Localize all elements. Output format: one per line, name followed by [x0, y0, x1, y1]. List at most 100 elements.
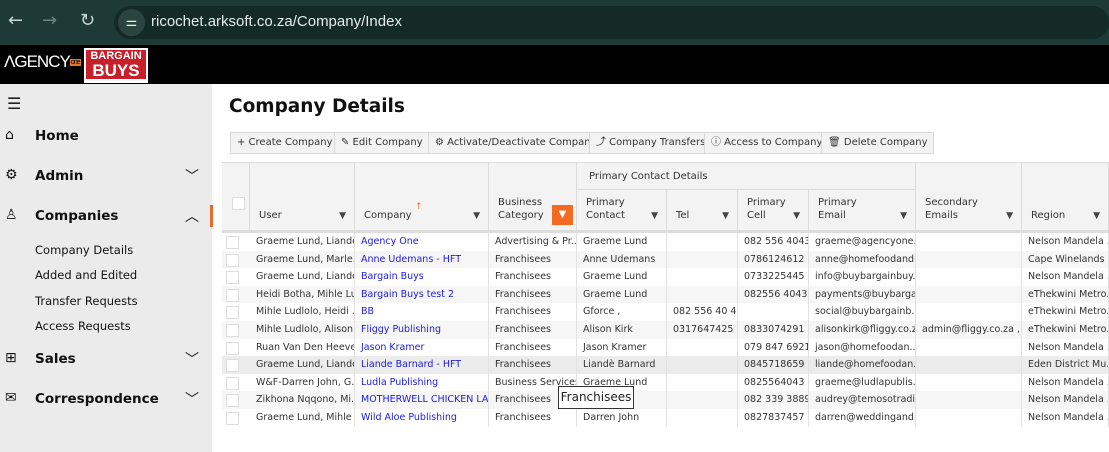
table-cell: 082 339 3889	[738, 391, 809, 409]
table-row[interactable]: Graeme Lund, Liande...Bargain BuysFranch…	[222, 268, 1109, 286]
table-cell: 0786124612	[738, 250, 809, 269]
table-row[interactable]: Graeme Lund, Marle... Anne Udemans - HFT F…	[222, 250, 1109, 269]
row-checkbox[interactable]	[226, 271, 239, 285]
row-checkbox[interactable]	[226, 376, 239, 390]
filter-icon[interactable]: ▼	[339, 211, 346, 221]
sidebar-subitem[interactable]: Transfer Requests	[35, 294, 138, 308]
reload-icon[interactable]: ↻	[80, 10, 95, 31]
company-link[interactable]: MOTHERWELL CHICKEN LA...	[355, 391, 489, 409]
table-cell: Nelson Mandela ...	[1022, 233, 1109, 251]
sidebar-item-sales[interactable]: ⊞ Sales ﹀	[0, 349, 212, 371]
company-link[interactable]: Liande Barnard - HFT	[355, 356, 489, 374]
toolbar-button-1[interactable]: ✎ Edit Company	[334, 132, 430, 154]
row-checkbox[interactable]	[226, 288, 239, 302]
table-cell: W&F-Darren John, G...	[250, 373, 355, 392]
table-row[interactable]: Graeme Lund, Mihle ... Wild Aloe Publishi…	[222, 409, 1109, 427]
row-checkbox[interactable]	[226, 412, 239, 425]
table-cell: info@buybargainbuy...	[809, 268, 916, 286]
forward-icon[interactable]: →	[42, 10, 57, 31]
chevron-up-icon[interactable]: ︿	[185, 206, 199, 226]
sort-ascending-icon[interactable]: ↑	[415, 202, 423, 212]
column-header-business-category[interactable]: Business Category ▼	[489, 163, 577, 231]
table-row[interactable]: Zikhona Nqqono, Mi... MOTHERWELL CHICKEN …	[222, 391, 1109, 409]
company-link[interactable]: BB	[355, 303, 489, 321]
table-cell: payments@buybarga...	[809, 285, 916, 304]
toolbar-button-3[interactable]: ⤴ Company Transfers	[589, 132, 713, 154]
row-checkbox[interactable]	[226, 236, 239, 249]
table-row[interactable]: Graeme Lund, Liande...Liande Barnard - H…	[222, 356, 1109, 374]
column-header-user[interactable]: User ▼	[250, 163, 355, 231]
company-link[interactable]: Jason Kramer	[355, 338, 489, 357]
column-header-company[interactable]: Company ↑ ▼	[355, 163, 489, 231]
table-cell: Eden District Mu...	[1022, 356, 1109, 374]
filter-active-icon[interactable]: ▼	[552, 205, 573, 225]
sidebar-item-correspondence[interactable]: ✉ Correspondence ﹀	[0, 389, 212, 411]
menu-icon[interactable]: ☰	[7, 94, 21, 113]
table-cell	[667, 250, 738, 269]
table-row[interactable]: Graeme Lund, Liande...Agency OneAdvertis…	[222, 233, 1109, 251]
table-cell: Graeme Lund, Liande...	[250, 356, 355, 374]
filter-icon[interactable]: ▼	[1006, 211, 1013, 221]
column-header-primary-email[interactable]: Primary Email ▼	[809, 190, 916, 231]
company-link[interactable]: Bargain Buys test 2	[355, 285, 489, 304]
sidebar-item-companies[interactable]: ♙ Companies ︿	[0, 206, 212, 228]
company-link[interactable]: Bargain Buys	[355, 268, 489, 286]
table-cell	[916, 338, 1022, 357]
company-link[interactable]: Agency One	[355, 233, 489, 251]
column-header-label: Primary Email	[818, 197, 857, 221]
chevron-down-icon[interactable]: ﹀	[185, 349, 199, 369]
sidebar-item-home[interactable]: ⌂ Home	[0, 126, 212, 148]
column-header-tel[interactable]: Tel ▼	[667, 190, 738, 231]
company-link[interactable]: Ludla Publishing	[355, 373, 489, 392]
sidebar-subitem[interactable]: Access Requests	[35, 319, 131, 333]
toolbar-button-0[interactable]: + Create Company	[230, 132, 340, 154]
column-header-primary-cell[interactable]: Primary Cell ▼	[738, 190, 809, 231]
row-checkbox[interactable]	[226, 359, 239, 373]
back-icon[interactable]: ←	[8, 10, 23, 31]
site-settings-icon[interactable]: ⚌	[118, 9, 145, 36]
row-checkbox[interactable]	[226, 253, 239, 267]
column-header-label: User	[259, 210, 282, 221]
row-checkbox[interactable]	[226, 324, 239, 337]
row-checkbox[interactable]	[226, 341, 239, 355]
filter-icon[interactable]: ▼	[900, 211, 907, 221]
table-row[interactable]: Mihle Ludlolo, Heidi ... BB Franchisees Gfo…	[222, 303, 1109, 321]
filter-icon[interactable]: ▼	[651, 211, 658, 221]
table-cell	[738, 303, 809, 321]
column-header-region[interactable]: Region ▼	[1022, 163, 1109, 231]
column-header-secondary-emails[interactable]: Secondary Emails ▼	[916, 163, 1022, 231]
filter-icon[interactable]: ▼	[793, 211, 800, 221]
company-link[interactable]: Wild Aloe Publishing	[355, 409, 489, 427]
table-cell: 0733225445	[738, 268, 809, 286]
filter-icon[interactable]: ▼	[1093, 211, 1100, 221]
toolbar-button-4[interactable]: ⓘ Access to Company	[704, 132, 830, 154]
table-row[interactable]: W&F-Darren John, G... Ludla Publishing Bus…	[222, 373, 1109, 392]
table-cell: Graeme Lund	[577, 233, 667, 251]
agency-one-logo[interactable]: ΛGENCYone	[4, 52, 81, 72]
bargain-buys-logo[interactable]: BARGAIN BUYS	[84, 48, 148, 83]
select-all-checkbox[interactable]	[232, 197, 245, 210]
table-row[interactable]: Ruan Van Den Heeve... Jason Kramer Franchi…	[222, 338, 1109, 357]
table-cell	[667, 233, 738, 251]
company-link[interactable]: Anne Udemans - HFT	[355, 250, 489, 269]
table-cell: Jason Kramer	[577, 338, 667, 357]
sidebar-subitem[interactable]: Company Details	[35, 243, 133, 257]
chevron-down-icon[interactable]: ﹀	[185, 166, 199, 186]
table-cell: Mihle Ludlolo, Heidi ...	[250, 303, 355, 321]
row-checkbox[interactable]	[226, 394, 239, 408]
table-row[interactable]: Mihle Ludlolo, Alison... Fliggy Publishin…	[222, 321, 1109, 339]
url-text[interactable]: ricochet.arksoft.co.za/Company/Index	[151, 13, 402, 30]
chevron-down-icon[interactable]: ﹀	[185, 389, 199, 409]
column-header-primary-contact[interactable]: Primary Contact ▼	[577, 190, 667, 231]
address-bar[interactable]: ⚌ ricochet.arksoft.co.za/Company/Index	[114, 6, 1109, 39]
filter-icon[interactable]: ▼	[473, 211, 480, 221]
sidebar-subitem[interactable]: Added and Edited	[35, 268, 137, 282]
table-cell: admin@fliggy.co.za , ...	[916, 321, 1022, 339]
sidebar-item-admin[interactable]: ⚙ Admin ﹀	[0, 166, 212, 188]
toolbar-button-2[interactable]: ⚙ Activate/Deactivate Company	[428, 132, 604, 154]
toolbar-button-5[interactable]: 🗑 Delete Company	[821, 132, 935, 154]
table-row[interactable]: Heidi Botha, Mihle Lu... Bargain Buys tes…	[222, 285, 1109, 304]
company-link[interactable]: Fliggy Publishing	[355, 321, 489, 339]
filter-icon[interactable]: ▼	[722, 211, 729, 221]
row-checkbox[interactable]	[226, 306, 239, 320]
